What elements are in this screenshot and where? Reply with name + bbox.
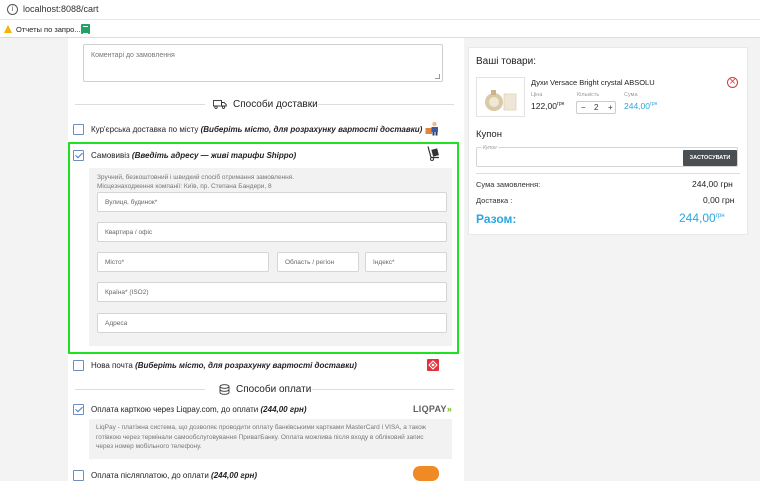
order-comment-textarea[interactable]: Коментарі до замовлення [83, 44, 443, 82]
bookmarks-bar: Отчеты по запро... [0, 20, 760, 38]
order-sum-label: Сума замовлення: [476, 180, 541, 189]
quantity-value[interactable]: 2 [594, 103, 598, 112]
delivery-cost-label: Доставка : [476, 196, 513, 205]
payment-title-text: Способи оплати [236, 384, 312, 395]
increase-button[interactable]: + [608, 103, 613, 112]
liqpay-arrows-icon: » [446, 404, 453, 414]
coupon-placeholder: Купон [482, 145, 498, 151]
liqpay-checkbox[interactable] [73, 404, 84, 415]
apartment-input[interactable]: Квартира / офіс [97, 222, 447, 242]
pickup-hint: (Введіть адресу — живі тарифи Shippo) [131, 151, 297, 160]
google-sheets-icon[interactable] [81, 24, 90, 34]
price-label: Ціна [531, 92, 543, 98]
remove-item-icon[interactable]: × [727, 77, 738, 88]
product-name[interactable]: Духи Versace Bright crystal ABSOLU [531, 78, 655, 87]
total-currency: грн [715, 213, 725, 219]
coins-icon [219, 384, 230, 395]
product-price: 122,00грн [531, 101, 564, 111]
region-input[interactable]: Область / регіон [277, 252, 359, 272]
liqpay-desc-line3: через номер мобільного телефону. [96, 443, 202, 450]
courier-checkbox[interactable] [73, 124, 84, 135]
zip-input[interactable]: Індекс* [365, 252, 447, 272]
divider [75, 104, 205, 105]
hand-truck-icon [427, 146, 439, 161]
divider [318, 104, 454, 105]
total-value: 244,00грн [679, 211, 725, 225]
liqpay-desc-line2: готівкою через термінали самообслуговува… [96, 433, 424, 441]
liqpay-desc-line1: LiqPay - платіжна система, що дозволяє п… [96, 424, 427, 431]
liqpay-description: LiqPay - платіжна система, що дозволяє п… [89, 419, 452, 459]
pickup-checkbox[interactable] [73, 150, 84, 161]
google-drive-icon [4, 25, 13, 33]
pickup-description: Зручний, безкоштовний і швидкий спосіб о… [97, 173, 294, 191]
comment-placeholder: Коментарі до замовлення [91, 52, 175, 59]
novaposhta-checkbox[interactable] [73, 360, 84, 371]
courier-hint: (Виберіть місто, для розрахунку вартості… [200, 125, 423, 134]
quantity-stepper[interactable]: − 2 + [576, 101, 616, 114]
liqpay-logo-text: LIQPAY [413, 404, 447, 414]
bookmark-reports[interactable]: Отчеты по запро... [4, 22, 81, 36]
liqpay-amount: (244,00 грн) [260, 405, 307, 414]
novaposhta-option[interactable]: Нова почта (Виберіть місто, для розрахун… [91, 361, 357, 370]
price-value: 122,00 [531, 101, 557, 111]
divider [476, 173, 740, 174]
pickup-desc-line1: Зручний, безкоштовний і швидкий спосіб о… [97, 174, 295, 181]
courier-icon [425, 121, 438, 136]
city-input[interactable]: Місто* [97, 252, 269, 272]
price-currency: грн [557, 101, 565, 108]
liqpay-label: Оплата карткою через Liqpay.com, до опла… [91, 405, 259, 414]
cod-label: Оплата післяплатою, до оплати [91, 471, 209, 480]
courier-label: Кур'єрська доставка по місту [91, 125, 199, 134]
pickup-desc-line2: Місцезнаходження компанії: Київ, пр. Сте… [97, 183, 272, 190]
apply-coupon-button[interactable]: ЗАСТОСУВАТИ [683, 150, 737, 166]
coupon-title: Купон [476, 129, 502, 140]
perfume-image [485, 90, 517, 111]
delivery-section-title: Способи доставки [213, 99, 318, 110]
pickup-option[interactable]: Самовивіз (Введіть адресу — живі тарифи … [91, 151, 296, 160]
liqpay-option[interactable]: Оплата карткою через Liqpay.com, до опла… [91, 405, 307, 414]
bookmark-label: Отчеты по запро... [16, 24, 81, 34]
street-input[interactable]: Вулиця, будинок* [97, 192, 447, 212]
truck-icon [213, 100, 227, 109]
url-text[interactable]: localhost:8088/cart [23, 4, 99, 14]
product-thumbnail[interactable] [476, 77, 525, 117]
cod-checkbox[interactable] [73, 470, 84, 481]
divider [75, 389, 205, 390]
payment-section-title: Способи оплати [219, 384, 311, 395]
pickup-label: Самовивіз [91, 151, 130, 160]
quantity-label: Кількість [577, 92, 600, 98]
cod-option[interactable]: Оплата післяплатою, до оплати (244,00 гр… [91, 471, 257, 480]
item-sum-value: 244,00 [624, 101, 650, 111]
nova-poshta-logo-icon [427, 359, 439, 371]
delivery-cost-value: 0,00 грн [703, 195, 735, 205]
item-sum: 244,00грн [624, 101, 657, 111]
resize-handle-icon[interactable] [435, 74, 440, 79]
total-amount: 244,00 [679, 211, 716, 225]
cod-wallet-icon [413, 466, 439, 481]
divider [312, 389, 454, 390]
novaposhta-label: Нова почта [91, 361, 133, 370]
country-input[interactable]: Країна* (ISO2) [97, 282, 447, 302]
liqpay-logo: LIQPAY» [413, 404, 452, 414]
site-info-icon[interactable]: i [7, 4, 18, 15]
order-sum-value: 244,00 грн [692, 179, 733, 189]
total-label: Разом: [476, 212, 517, 226]
cart-title: Ваші товари: [476, 56, 536, 67]
sum-label: Сума [624, 92, 638, 98]
cart-summary-panel [468, 47, 748, 235]
url-bar[interactable]: i localhost:8088/cart [0, 0, 760, 20]
delivery-title-text: Способи доставки [233, 99, 318, 110]
decrease-button[interactable]: − [581, 103, 586, 112]
novaposhta-hint: (Виберіть місто, для розрахунку вартості… [135, 361, 357, 370]
item-sum-currency: грн [650, 101, 658, 108]
address-input[interactable]: Адреса [97, 313, 447, 333]
cod-amount: (244,00 грн) [211, 471, 258, 480]
courier-option[interactable]: Кур'єрська доставка по місту (Виберіть м… [91, 125, 422, 134]
